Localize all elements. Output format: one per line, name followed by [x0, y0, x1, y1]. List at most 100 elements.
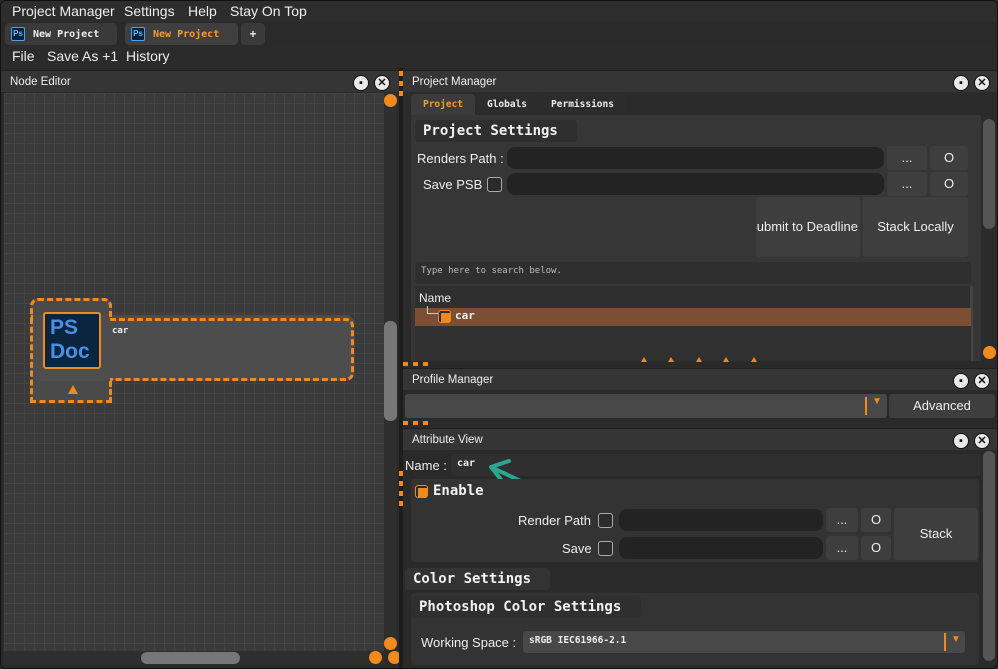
save-psb-browse-button[interactable]: ...	[887, 172, 927, 196]
submit-to-deadline-button[interactable]: Submit to Deadline	[756, 197, 860, 257]
tab-new-project-1[interactable]: Ps New Project	[5, 23, 117, 45]
menu-bar: Project Manager Settings Help Stay On To…	[1, 1, 997, 22]
photoshop-doc-node[interactable]: PS Doc car	[30, 298, 354, 404]
save-open-button[interactable]: O	[861, 536, 891, 560]
float-panel-icon[interactable]: ▪	[353, 75, 369, 91]
tab-permissions[interactable]: Permissions	[539, 94, 626, 115]
menu-project-manager[interactable]: Project Manager	[12, 3, 115, 19]
renders-path-browse-button[interactable]: ...	[887, 146, 927, 170]
renders-path-open-button[interactable]: O	[930, 146, 968, 170]
node-name: car	[112, 326, 129, 336]
render-path-checkbox[interactable]	[598, 513, 613, 528]
project-manager-vscroll-thumb[interactable]	[983, 119, 995, 229]
tree-item-checkbox[interactable]	[438, 310, 451, 323]
menu-stay-on-top[interactable]: Stay On Top	[230, 3, 307, 19]
attribute-view-header: Attribute View ▪ ✕	[403, 428, 997, 450]
splitter-dash	[399, 471, 403, 511]
close-panel-icon[interactable]: ✕	[374, 75, 390, 91]
close-panel-icon[interactable]: ✕	[974, 433, 990, 449]
splitter-arrow-icon[interactable]	[641, 357, 647, 362]
file-menu[interactable]: File	[12, 48, 35, 64]
render-path-input[interactable]	[619, 509, 823, 531]
save-checkbox[interactable]	[598, 541, 613, 556]
dropdown-divider	[944, 633, 946, 651]
render-path-browse-button[interactable]: ...	[826, 508, 858, 532]
profile-manager-header: Profile Manager ▪ ✕	[403, 368, 997, 390]
save-psb-checkbox[interactable]	[487, 177, 502, 192]
photoshop-doc-icon: PS Doc	[43, 312, 101, 369]
menu-help[interactable]: Help	[188, 3, 217, 19]
icon-line: PS	[50, 316, 79, 339]
node-editor-title: Node Editor	[10, 76, 71, 88]
resize-handle[interactable]	[983, 346, 996, 359]
tab-project[interactable]: Project	[411, 94, 475, 115]
float-panel-icon[interactable]: ▪	[953, 433, 969, 449]
enable-checkbox[interactable]	[415, 485, 428, 498]
resize-handle[interactable]	[384, 637, 397, 650]
tree-header: Name	[415, 286, 971, 308]
close-panel-icon[interactable]: ✕	[974, 373, 990, 389]
working-space-label: Working Space :	[421, 635, 517, 650]
save-browse-button[interactable]: ...	[826, 536, 858, 560]
splitter-arrow-icon[interactable]	[751, 357, 757, 362]
float-panel-icon[interactable]: ▪	[953, 75, 969, 91]
node-editor-vscroll-thumb[interactable]	[384, 321, 397, 421]
save-psb-input[interactable]	[507, 173, 884, 195]
render-path-open-button[interactable]: O	[861, 508, 891, 532]
name-label: Name :	[405, 458, 447, 473]
tab-label: New Project	[33, 28, 100, 40]
app-window: Project Manager Settings Help Stay On To…	[0, 0, 998, 669]
working-space-select[interactable]: sRGB IEC61966-2.1	[523, 631, 965, 653]
enable-label: Enable	[433, 483, 484, 499]
search-input[interactable]: Type here to search below.	[415, 262, 971, 284]
photoshop-icon: Ps	[11, 27, 25, 41]
dropdown-divider	[865, 397, 867, 415]
attribute-view-vscroll-thumb[interactable]	[983, 451, 995, 661]
project-manager-header: Project Manager ▪ ✕	[403, 70, 997, 92]
advanced-button[interactable]: Advanced	[889, 394, 995, 418]
close-panel-icon[interactable]: ✕	[974, 75, 990, 91]
tab-new-project-2[interactable]: Ps New Project	[125, 23, 238, 45]
save-psb-label: Save PSB	[423, 177, 483, 192]
tree-empty-area	[415, 326, 971, 361]
render-path-label: Render Path	[518, 513, 591, 528]
resize-handle[interactable]	[369, 651, 382, 664]
toolbar: File Save As +1 History	[1, 46, 997, 68]
resize-handle[interactable]	[384, 94, 397, 107]
node-editor-hscroll-thumb[interactable]	[141, 652, 240, 664]
splitter-dash	[403, 362, 433, 366]
photoshop-color-settings-title: Photoshop Color Settings	[411, 596, 641, 618]
chevron-down-icon[interactable]: ▼	[951, 634, 961, 645]
save-label: Save	[562, 541, 592, 556]
stack-locally-button[interactable]: Stack Locally	[863, 197, 968, 257]
icon-line: Doc	[50, 340, 90, 363]
tree-row-car[interactable]: └─ car	[415, 306, 971, 326]
profile-select[interactable]	[405, 394, 887, 418]
color-settings-title: Color Settings	[405, 568, 550, 590]
chevron-down-icon[interactable]: ▼	[872, 396, 882, 407]
renders-path-input[interactable]	[507, 147, 884, 169]
menu-settings[interactable]: Settings	[124, 3, 175, 19]
tree-item-label: car	[455, 309, 475, 322]
splitter-arrow-icon[interactable]	[723, 357, 729, 362]
splitter-arrow-icon[interactable]	[696, 357, 702, 362]
splitter-arrow-icon[interactable]	[668, 357, 674, 362]
renders-path-label: Renders Path :	[417, 151, 504, 166]
save-psb-open-button[interactable]: O	[930, 172, 968, 196]
project-manager-title: Project Manager	[412, 76, 497, 88]
save-as-plus-one-button[interactable]: Save As +1	[47, 48, 118, 64]
profile-manager-title: Profile Manager	[412, 374, 494, 386]
tab-globals[interactable]: Globals	[476, 94, 538, 115]
node-output-icon[interactable]	[68, 385, 78, 394]
node-editor-header: Node Editor ▪ ✕	[1, 70, 399, 92]
project-settings-title: Project Settings	[415, 120, 577, 142]
save-input[interactable]	[619, 537, 823, 559]
photoshop-icon: Ps	[131, 27, 145, 41]
history-menu[interactable]: History	[126, 48, 170, 64]
stack-button[interactable]: Stack	[894, 508, 978, 560]
float-panel-icon[interactable]: ▪	[953, 373, 969, 389]
tree-header-name: Name	[419, 291, 452, 305]
tab-label: New Project	[153, 28, 220, 40]
add-tab-button[interactable]: +	[241, 23, 265, 45]
splitter-dash	[403, 421, 433, 425]
